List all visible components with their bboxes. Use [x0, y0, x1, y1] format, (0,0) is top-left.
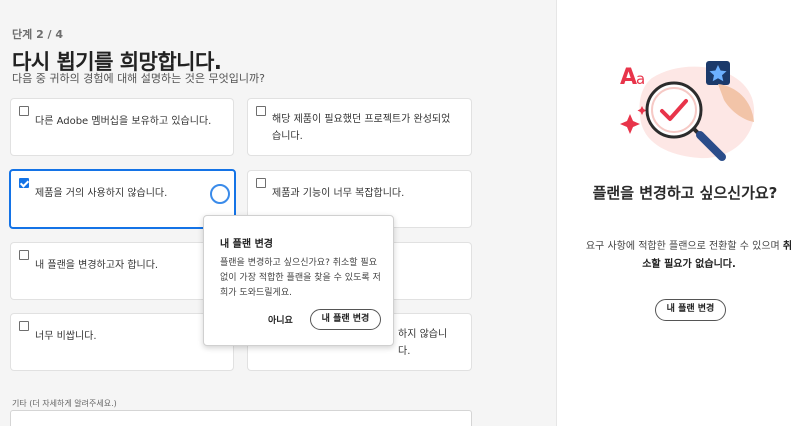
popover-body: 플랜을 변경하고 싶으신가요? 취소할 필요 없이 가장 적합한 플랜을 찾을 … [220, 258, 381, 298]
svg-text:a: a [636, 70, 645, 88]
option-label: 너무 비쌉니다. [35, 331, 97, 342]
no-button[interactable]: 아니요 [268, 313, 293, 326]
option-label: 해당 제품이 필요했던 프로젝트가 완성되었습니다. [272, 114, 451, 142]
option-card[interactable]: 해당 제품이 필요했던 프로젝트가 완성되었습니다. [247, 98, 472, 156]
checkbox-checked[interactable] [19, 178, 29, 188]
survey-panel: 단계 2 / 4 다시 뵙기를 희망합니다. 다음 중 귀하의 경험에 대해 설… [0, 0, 556, 426]
click-indicator-ring [210, 184, 230, 204]
other-textarea[interactable] [10, 410, 472, 426]
plan-illustration: A a [620, 61, 755, 161]
side-heading: 플랜을 변경하고 싶으신가요? [592, 184, 778, 202]
checkbox[interactable] [256, 106, 266, 116]
checkbox[interactable] [256, 178, 266, 188]
option-label: 제품과 기능이 너무 복잡합니다. [272, 188, 405, 199]
other-label: 기타 (더 자세하게 알려주세요.) [12, 399, 117, 408]
page-subtitle: 다음 중 귀하의 경험에 대해 설명하는 것은 무엇입니까? [12, 72, 265, 85]
side-description-text: 요구 사항에 적합한 플랜으로 전환할 수 있으며 [585, 241, 783, 252]
option-label: 제품을 거의 사용하지 않습니다. [35, 188, 168, 199]
checkbox[interactable] [19, 250, 29, 260]
option-label: 내 플랜을 변경하고자 합니다. [35, 260, 159, 271]
option-card[interactable]: 너무 비쌉니다. [10, 313, 234, 371]
side-description: 요구 사항에 적합한 플랜으로 전환할 수 있으며 취소할 필요가 없습니다. [582, 238, 796, 274]
change-plan-popover: 내 플랜 변경 플랜을 변경하고 싶으신가요? 취소할 필요 없이 가장 적합한… [203, 215, 394, 346]
option-label: 하지 않습니다. [398, 329, 448, 357]
side-change-plan-button[interactable]: 내 플랜 변경 [655, 299, 726, 321]
option-card[interactable]: 내 플랜을 변경하고자 합니다. [10, 242, 234, 300]
change-plan-button[interactable]: 내 플랜 변경 [310, 309, 381, 330]
checkbox[interactable] [19, 106, 29, 116]
letter-aa-icon: A a [620, 65, 645, 90]
step-indicator: 단계 2 / 4 [12, 28, 64, 41]
option-label: 다른 Adobe 멤버십을 보유하고 있습니다. [35, 116, 212, 127]
option-card[interactable]: 다른 Adobe 멤버십을 보유하고 있습니다. [10, 98, 234, 156]
star-badge-icon [706, 61, 730, 85]
popover-title: 내 플랜 변경 [220, 239, 273, 250]
checkbox[interactable] [19, 321, 29, 331]
option-card-selected[interactable]: 제품을 거의 사용하지 않습니다. [9, 169, 236, 229]
svg-text:A: A [620, 65, 637, 90]
